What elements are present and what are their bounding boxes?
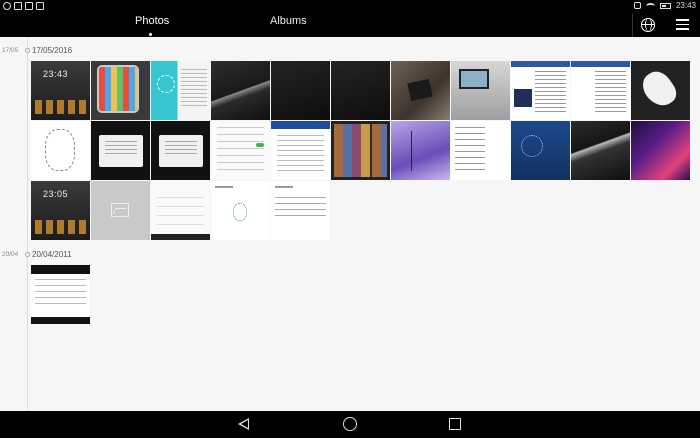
back-icon[interactable] (238, 418, 249, 430)
photo-thumbnail[interactable] (331, 121, 390, 180)
battery-icon (659, 2, 671, 9)
gallery-app: 23:43 Photos Albums 17/05 17/05/2016 23:… (0, 0, 700, 438)
photo-thumbnail[interactable] (571, 121, 630, 180)
photo-thumbnail[interactable] (391, 61, 450, 120)
photo-thumbnail[interactable] (271, 181, 330, 240)
photo-thumbnail[interactable] (91, 61, 150, 120)
photo-thumbnail[interactable] (451, 121, 510, 180)
status-bar: 23:43 (0, 0, 700, 13)
download-icon (36, 2, 44, 10)
photo-thumbnail[interactable]: 23:05 (31, 181, 90, 240)
photo-thumbnail[interactable] (271, 121, 330, 180)
photo-thumbnail[interactable] (631, 121, 690, 180)
thumbnail-clock-text: 23:43 (43, 69, 69, 79)
photo-thumbnail[interactable] (451, 61, 510, 120)
photo-thumbnail[interactable] (151, 121, 210, 180)
tab-selected-indicator (149, 33, 152, 36)
photo-thumbnail[interactable]: 23:43 (31, 61, 90, 120)
photo-thumbnail[interactable] (211, 181, 270, 240)
photo-thumbnail[interactable] (91, 181, 150, 240)
timeline-dot (25, 48, 30, 53)
image-notification-icon (25, 2, 33, 10)
photo-grid: 23:43 23:05 (31, 61, 690, 240)
app-bar: Photos Albums (0, 13, 700, 37)
timeline-side-date: 17/05 (2, 47, 19, 54)
globe-icon[interactable] (641, 18, 655, 32)
timeline-line (27, 37, 28, 411)
photo-thumbnail[interactable] (31, 121, 90, 180)
photo-thumbnail[interactable] (391, 121, 450, 180)
photo-thumbnail[interactable] (631, 61, 690, 120)
timeline-side-date: 20/04 (2, 251, 19, 258)
app-bar-divider (632, 13, 633, 37)
photo-thumbnail[interactable] (211, 121, 270, 180)
status-system: 23:43 (633, 1, 696, 10)
tab-albums[interactable]: Albums (270, 15, 307, 27)
photo-thumbnail[interactable] (31, 265, 90, 324)
navigation-bar (0, 411, 700, 438)
photo-grid (31, 265, 690, 324)
photo-thumbnail[interactable] (151, 181, 210, 240)
recent-apps-icon[interactable] (449, 418, 461, 430)
tab-photos[interactable]: Photos (135, 15, 169, 27)
section-date-header[interactable]: 17/05/2016 (32, 46, 72, 55)
wifi-icon (645, 2, 655, 9)
photo-thumbnail[interactable] (511, 121, 570, 180)
timeline-dot (25, 252, 30, 257)
notification-icon (3, 2, 11, 10)
photo-thumbnail[interactable] (91, 121, 150, 180)
alarm-icon (633, 2, 641, 9)
photo-thumbnail[interactable] (211, 61, 270, 120)
thumbnail-clock-text: 23:05 (43, 189, 69, 199)
message-icon (14, 2, 22, 10)
status-time: 23:43 (675, 1, 696, 10)
home-icon[interactable] (343, 417, 357, 431)
photo-thumbnail[interactable] (151, 61, 210, 120)
photo-thumbnail[interactable] (331, 61, 390, 120)
image-placeholder-icon (111, 203, 129, 217)
photo-thumbnail[interactable] (511, 61, 570, 120)
photo-thumbnail[interactable] (571, 61, 630, 120)
menu-icon[interactable] (676, 19, 689, 30)
status-notifications (3, 2, 44, 10)
photo-thumbnail[interactable] (271, 61, 330, 120)
section-date-header[interactable]: 20/04/2011 (32, 250, 71, 259)
